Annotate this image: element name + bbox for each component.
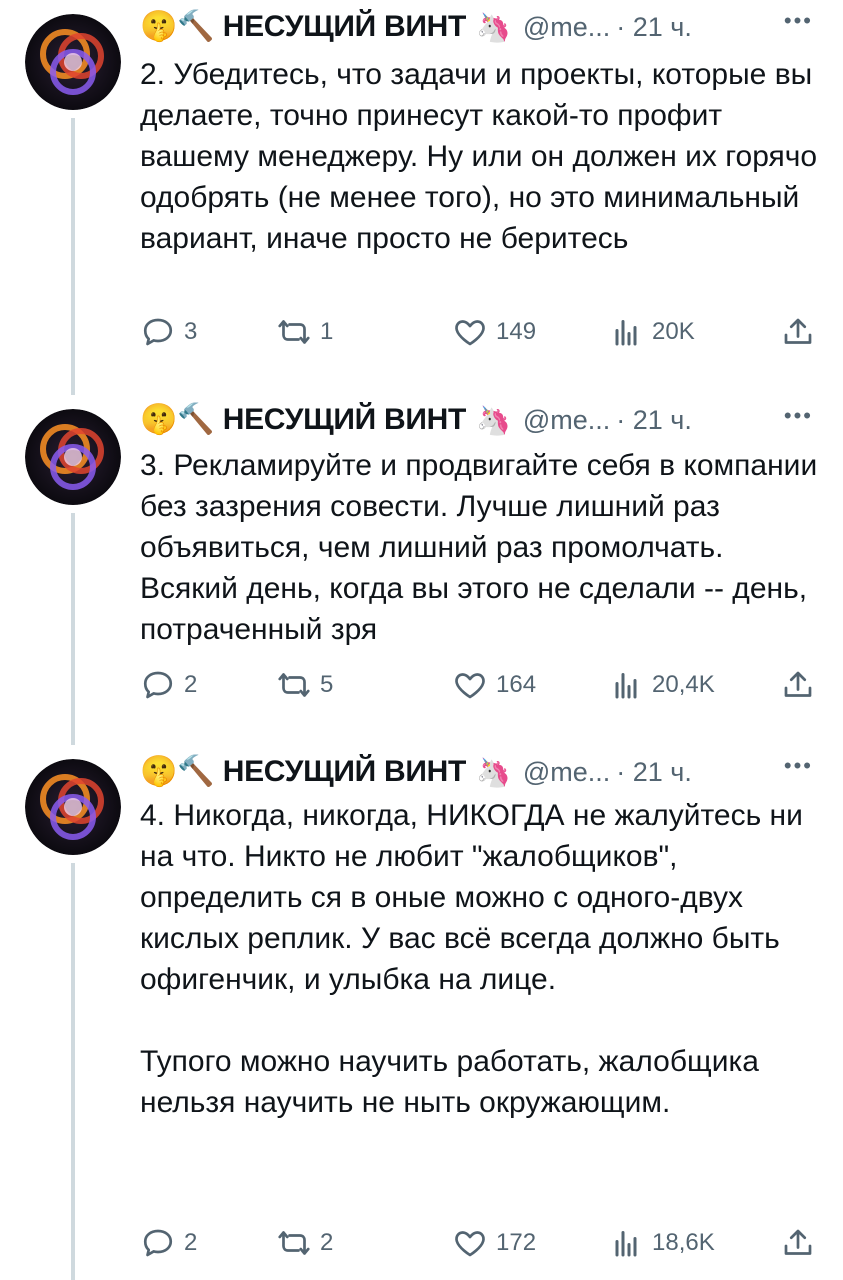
- tweet-actions: 2 5 164 20,4K: [140, 665, 820, 705]
- reply-icon: [143, 318, 173, 346]
- more-icon[interactable]: •••: [784, 403, 813, 429]
- avatar[interactable]: [25, 14, 121, 110]
- tweet-3[interactable]: 🤫🔨 НЕСУЩИЙ ВИНТ 🦄 @me... · 21 ч. ••• 4. …: [0, 745, 843, 1280]
- heart-icon: [455, 673, 485, 699]
- share-button[interactable]: [780, 312, 824, 352]
- share-button[interactable]: [780, 1223, 824, 1263]
- tweet-text: 3. Рекламируйте и продвигайте себя в ком…: [140, 449, 818, 646]
- views-count: 18,6K: [652, 1229, 715, 1256]
- thread-line: [71, 863, 75, 1280]
- like-count: 149: [496, 318, 537, 345]
- tweet-header: 🤫🔨 НЕСУЩИЙ ВИНТ 🦄 @me... · 21 ч.: [140, 395, 692, 445]
- reply-button[interactable]: 3: [140, 312, 197, 352]
- author-handle[interactable]: @me...: [523, 12, 610, 43]
- reply-icon: [143, 671, 173, 699]
- views-icon: [615, 1231, 637, 1257]
- share-icon: [784, 318, 812, 344]
- unicorn-badge-icon: 🦄: [475, 755, 511, 789]
- thread-line: [71, 513, 75, 745]
- unicorn-badge-icon: 🦄: [475, 10, 511, 44]
- share-icon: [784, 1229, 812, 1255]
- more-icon[interactable]: •••: [784, 8, 813, 34]
- tweet-1[interactable]: 🤫🔨 НЕСУЩИЙ ВИНТ 🦄 @me... · 21 ч. ••• 2. …: [0, 0, 843, 395]
- author-emoji: 🤫🔨: [140, 9, 215, 44]
- views-count: 20,4K: [652, 671, 715, 698]
- retweet-count: 2: [320, 1229, 334, 1256]
- reply-count: 2: [184, 1229, 198, 1256]
- author-handle[interactable]: @me...: [523, 405, 610, 436]
- avatar[interactable]: [25, 759, 121, 855]
- unicorn-badge-icon: 🦄: [475, 403, 511, 437]
- author-name[interactable]: НЕСУЩИЙ ВИНТ: [223, 10, 467, 44]
- heart-icon: [455, 1231, 485, 1257]
- like-button[interactable]: 164: [452, 665, 536, 705]
- views-icon: [615, 673, 637, 699]
- timestamp[interactable]: · 21 ч.: [616, 757, 692, 788]
- tweet-header: 🤫🔨 НЕСУЩИЙ ВИНТ 🦄 @me... · 21 ч.: [140, 747, 692, 797]
- author-handle[interactable]: @me...: [523, 757, 610, 788]
- share-button[interactable]: [780, 665, 824, 705]
- like-count: 164: [496, 671, 537, 698]
- retweet-button[interactable]: 2: [276, 1223, 333, 1263]
- timestamp[interactable]: · 21 ч.: [616, 405, 692, 436]
- retweet-icon: [278, 673, 310, 697]
- reply-count: 2: [184, 671, 198, 698]
- thread-line: [71, 118, 75, 395]
- author-name[interactable]: НЕСУЩИЙ ВИНТ: [223, 403, 467, 437]
- tweet-text: 4. Никогда, никогда, НИКОГДА не жалуйтес…: [140, 799, 803, 1119]
- tweet-header: 🤫🔨 НЕСУЩИЙ ВИНТ 🦄 @me... · 21 ч.: [140, 2, 692, 52]
- author-name[interactable]: НЕСУЩИЙ ВИНТ: [223, 755, 467, 789]
- author-emoji: 🤫🔨: [140, 754, 215, 789]
- tweet-actions: 3 1 149 20K: [140, 312, 820, 352]
- reply-button[interactable]: 2: [140, 665, 197, 705]
- like-button[interactable]: 172: [452, 1223, 536, 1263]
- author-emoji: 🤫🔨: [140, 402, 215, 437]
- retweet-icon: [278, 320, 310, 344]
- views-icon: [615, 320, 637, 346]
- reply-count: 3: [184, 318, 198, 345]
- views-button[interactable]: 18,6K: [608, 1223, 715, 1263]
- retweet-count: 1: [320, 318, 334, 345]
- retweet-button[interactable]: 5: [276, 665, 333, 705]
- share-icon: [784, 671, 812, 697]
- tweet-actions: 2 2 172 18,6K: [140, 1223, 820, 1263]
- timestamp[interactable]: · 21 ч.: [616, 12, 692, 43]
- avatar[interactable]: [25, 409, 121, 505]
- reply-button[interactable]: 2: [140, 1223, 197, 1263]
- heart-icon: [455, 320, 485, 346]
- retweet-count: 5: [320, 671, 334, 698]
- views-button[interactable]: 20,4K: [608, 665, 715, 705]
- retweet-icon: [278, 1231, 310, 1255]
- like-count: 172: [496, 1229, 537, 1256]
- like-button[interactable]: 149: [452, 312, 536, 352]
- views-count: 20K: [652, 318, 695, 345]
- more-icon[interactable]: •••: [784, 753, 813, 779]
- tweet-2[interactable]: 🤫🔨 НЕСУЩИЙ ВИНТ 🦄 @me... · 21 ч. ••• 3. …: [0, 395, 843, 745]
- tweet-text: 2. Убедитесь, что задачи и проекты, кото…: [140, 58, 818, 255]
- views-button[interactable]: 20K: [608, 312, 695, 352]
- reply-icon: [143, 1229, 173, 1257]
- retweet-button[interactable]: 1: [276, 312, 333, 352]
